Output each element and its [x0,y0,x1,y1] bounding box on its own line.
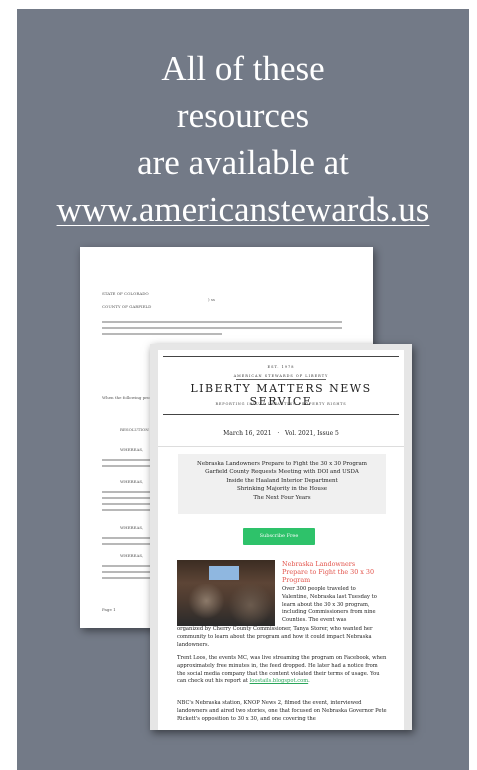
article-photo [177,560,275,626]
blog-link[interactable]: loostails.blogspot.com [250,678,309,684]
photo-audience [177,584,275,626]
divider [158,446,404,447]
masthead-rule-top [163,356,399,357]
toc-item[interactable]: The Next Four Years [178,494,386,502]
newsletter-tagline: REPORTING ISSUES IMPACTING PROPERTY RIGH… [215,402,347,406]
article-paragraph-2-end: . [308,678,310,685]
masthead-org-underline [236,379,326,380]
dateline: March 16, 2021 · Vol. 2021, Issue 5 [158,430,404,437]
doc-whereas-1: WHEREAS, [120,447,144,452]
masthead: EST. 1978 AMERICAN STEWARDS OF LIBERTY L… [158,350,404,420]
doc-footer: Page 1 [102,607,116,612]
table-of-contents: Nebraska Landowners Prepare to Fight the… [178,454,386,514]
newsletter-thumbnail: EST. 1978 AMERICAN STEWARDS OF LIBERTY L… [150,344,412,730]
headline-line-1: All of these [161,49,325,88]
photo-projection-screen [209,566,239,580]
subscribe-button[interactable]: Subscribe Free [243,528,315,545]
website-link[interactable]: www.americanstewards.us [17,186,469,233]
doc-state: STATE OF COLORADO [102,291,149,296]
dateline-separator: · [277,430,280,437]
headline-line-3: are available at [137,143,349,182]
toc-item[interactable]: Garfield County Requests Meeting with DO… [178,468,386,476]
article-paragraph-2: Trent Loos, the events MC, was live stre… [177,655,387,686]
article-title[interactable]: Nebraska Landowners Prepare to Fight the… [282,560,382,585]
doc-intro-lines [102,321,342,339]
masthead-org: AMERICAN STEWARDS OF LIBERTY [233,374,329,378]
headline-line-2: resources [176,96,310,135]
article-paragraph-1-wrap: Over 300 people traveled to Valentine, N… [282,586,377,624]
article-paragraph-1-rest: organized by Cherry County Commissioner,… [177,626,373,648]
masthead-rule-bottom [163,414,399,415]
issue-date: March 16, 2021 [223,430,272,437]
masthead-est: EST. 1978 [267,365,295,369]
issue-volume: Vol. 2021, Issue 5 [284,430,339,437]
doc-whereas-3: WHEREAS, [120,525,144,530]
newsletter-sheet: EST. 1978 AMERICAN STEWARDS OF LIBERTY L… [158,350,404,730]
doc-whereas-2: WHEREAS, [120,479,144,484]
doc-whereas-4: WHEREAS, [120,553,144,558]
toc-item[interactable]: Nebraska Landowners Prepare to Fight the… [178,460,386,468]
headline: All of these resources are available at … [17,45,469,233]
doc-resolution: RESOLUTION [120,427,149,432]
article-paragraph-3: NBC's Nebraska station, KNOP News 2, fil… [177,700,387,722]
toc-item[interactable]: Shrinking Majority in the House [178,485,386,493]
doc-ss: ) ss [208,297,215,302]
toc-item[interactable]: Inside the Haaland Interior Department [178,477,386,485]
doc-county: COUNTY OF GARFIELD [102,304,152,309]
